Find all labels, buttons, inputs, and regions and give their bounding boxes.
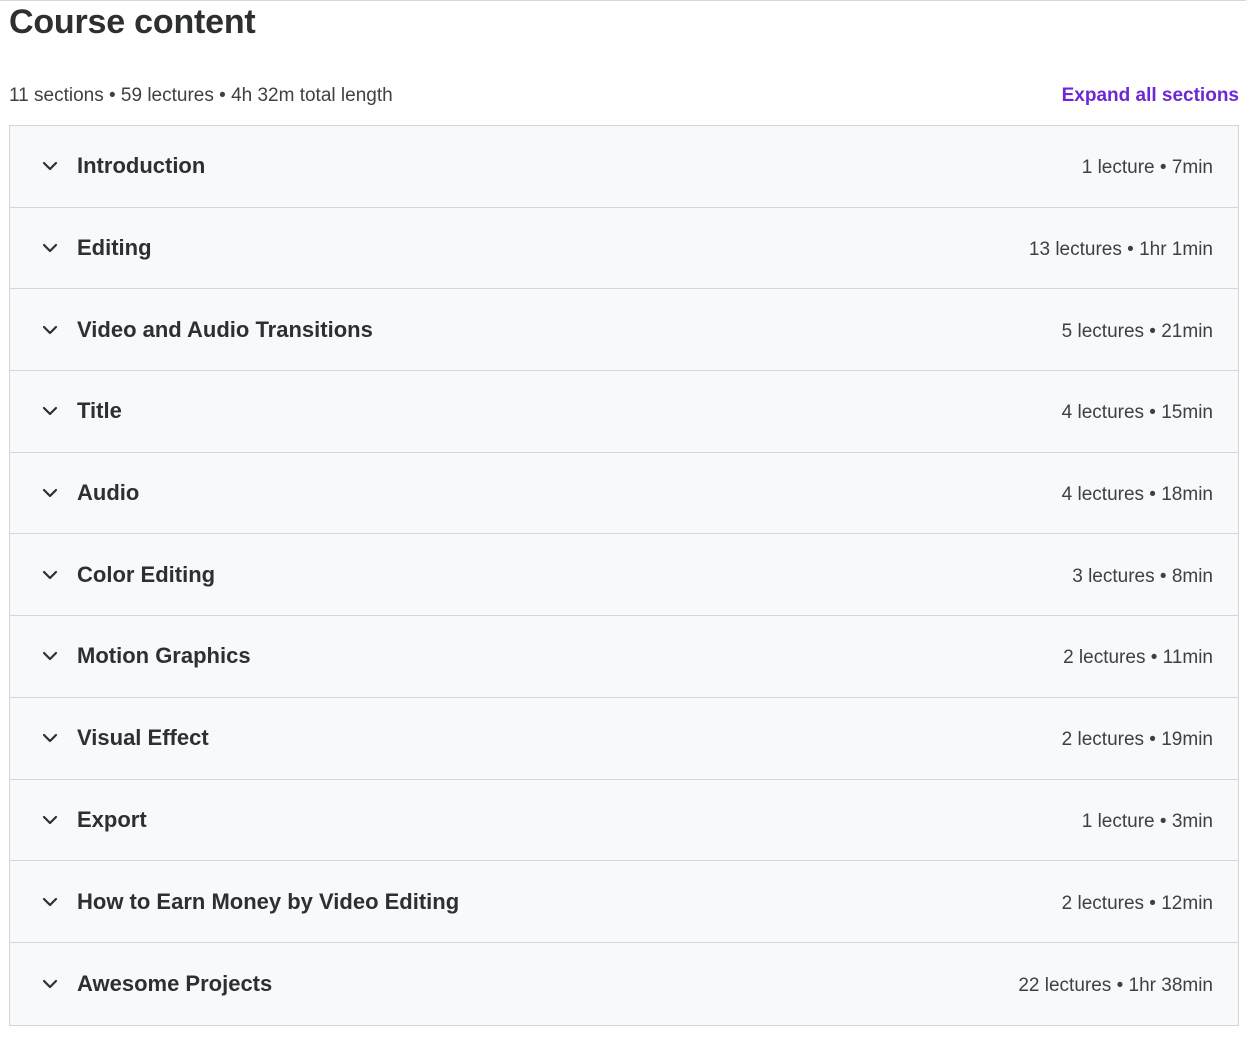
section-row[interactable]: Introduction 1 lecture • 7min — [10, 126, 1238, 208]
section-meta: 5 lectures • 21min — [1061, 320, 1213, 342]
chevron-down-icon — [39, 400, 61, 422]
section-row[interactable]: Visual Effect 2 lectures • 19min — [10, 697, 1238, 780]
section-meta: 4 lectures • 18min — [1061, 484, 1213, 506]
section-row[interactable]: Title 4 lectures • 15min — [10, 371, 1238, 453]
section-row[interactable]: Audio 4 lectures • 18min — [10, 452, 1238, 535]
chevron-down-icon — [39, 891, 61, 913]
course-summary-bar: 11 sections • 59 lectures • 4h 32m total… — [9, 82, 1239, 110]
section-meta: 3 lectures • 8min — [1072, 565, 1213, 587]
section-title: Motion Graphics — [77, 643, 251, 669]
section-meta: 2 lectures • 11min — [1063, 647, 1213, 669]
chevron-down-icon — [39, 319, 61, 341]
section-meta: 4 lectures • 15min — [1061, 402, 1213, 424]
top-divider — [0, 0, 1246, 1]
section-row[interactable]: Editing 13 lectures • 1hr 1min — [10, 207, 1238, 290]
section-row[interactable]: Video and Audio Transitions 5 lectures •… — [10, 289, 1238, 372]
page-title: Course content — [9, 3, 256, 41]
section-meta: 13 lectures • 1hr 1min — [1028, 239, 1213, 261]
section-row[interactable]: Export 1 lecture • 3min — [10, 779, 1238, 862]
section-row[interactable]: How to Earn Money by Video Editing 2 lec… — [10, 861, 1238, 943]
expand-all-sections-button[interactable]: Expand all sections — [1062, 85, 1239, 107]
section-title: How to Earn Money by Video Editing — [77, 888, 460, 914]
section-title: Title — [77, 398, 122, 424]
section-title: Visual Effect — [77, 725, 209, 751]
chevron-down-icon — [39, 155, 61, 177]
section-list: Introduction 1 lecture • 7min Editing 13… — [9, 125, 1239, 1026]
section-row[interactable]: Awesome Projects 22 lectures • 1hr 38min — [10, 942, 1238, 1025]
section-title: Awesome Projects — [77, 970, 273, 996]
section-title: Introduction — [77, 153, 206, 179]
chevron-down-icon — [39, 482, 61, 504]
course-summary: 11 sections • 59 lectures • 4h 32m total… — [9, 85, 393, 106]
section-title: Audio — [77, 480, 140, 506]
section-title: Video and Audio Transitions — [77, 316, 373, 342]
section-meta: 22 lectures • 1hr 38min — [1018, 974, 1213, 996]
chevron-down-icon — [39, 809, 61, 831]
section-row[interactable]: Color Editing 3 lectures • 8min — [10, 534, 1238, 617]
section-meta: 2 lectures • 19min — [1061, 729, 1213, 751]
chevron-down-icon — [39, 564, 61, 586]
chevron-down-icon — [39, 973, 61, 995]
section-row[interactable]: Motion Graphics 2 lectures • 11min — [10, 616, 1238, 698]
chevron-down-icon — [39, 237, 61, 259]
section-meta: 1 lecture • 7min — [1081, 157, 1213, 179]
section-meta: 1 lecture • 3min — [1081, 810, 1213, 832]
chevron-down-icon — [39, 727, 61, 749]
section-meta: 2 lectures • 12min — [1061, 892, 1213, 914]
chevron-down-icon — [39, 645, 61, 667]
section-title: Color Editing — [77, 561, 216, 587]
section-title: Editing — [77, 235, 152, 261]
section-title: Export — [77, 806, 147, 832]
